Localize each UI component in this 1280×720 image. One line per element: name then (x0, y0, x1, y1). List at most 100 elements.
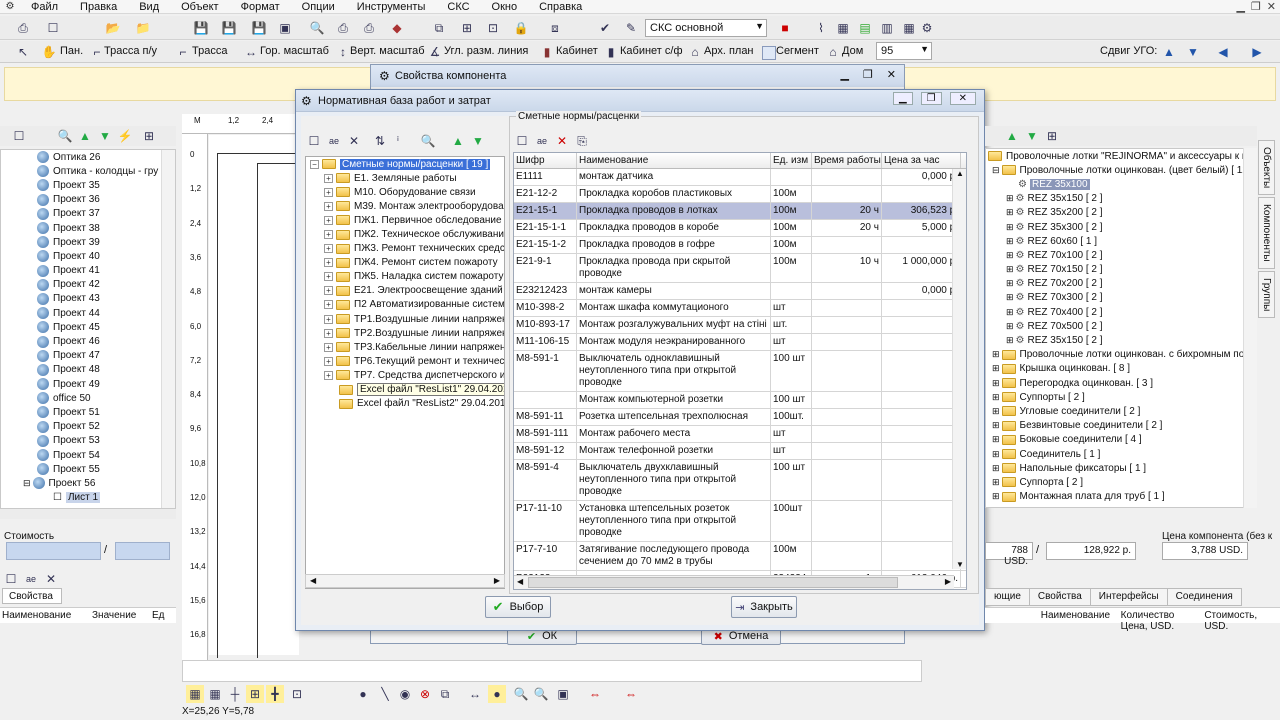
hand-icon[interactable]: ✋ (40, 43, 58, 61)
ungroup-icon[interactable]: ⊞ (458, 19, 476, 37)
collapse-icon[interactable]: − (310, 159, 319, 169)
sort-icon[interactable]: ⇅ (371, 132, 389, 150)
components-tree-item[interactable]: ⊞ Угловые соединители [ 2 ] (986, 404, 1256, 418)
print-icon[interactable]: ⎙ (14, 19, 32, 37)
arch-icon[interactable]: ⌂ (686, 43, 704, 61)
expand-icon[interactable]: + (324, 258, 333, 268)
norms-tree-item[interactable]: + ТР2.Воздушные линии напряжен (306, 326, 504, 340)
norms-tree-hscroll[interactable]: ◀ ▶ (305, 574, 505, 588)
grid-hscroll[interactable]: ◀ ▶ (514, 575, 954, 589)
project-tree-item[interactable]: Оптика 26 (1, 150, 175, 164)
collapse-icon[interactable]: ⊟ (23, 478, 31, 489)
down-icon[interactable]: ▼ (1023, 127, 1041, 145)
project-tree-item[interactable]: Проект 43 (1, 292, 175, 306)
component-price-field[interactable]: 3,788 USD. (1162, 542, 1248, 560)
norms-tree-item[interactable]: + Е1. Земляные работы (306, 171, 504, 185)
expand-icon[interactable]: ⊞ (992, 491, 1000, 502)
close-icon[interactable]: ✕ (1267, 0, 1276, 14)
components-tree-item[interactable]: ⊞ ⚙ REZ 35х150 [ 2 ] (986, 192, 1256, 206)
close-doc-icon[interactable]: ▣ (276, 19, 294, 37)
fill-icon[interactable]: ◉ (396, 685, 414, 703)
down-icon[interactable]: ▼ (469, 132, 487, 150)
grid-vscroll[interactable]: ▲ ▼ (952, 169, 966, 569)
scroll-right-icon[interactable]: ▶ (494, 576, 500, 585)
project-tree-item[interactable]: Проект 41 (1, 264, 175, 278)
up-icon[interactable]: ▲ (76, 127, 94, 145)
project-tree-item[interactable]: Проект 52 (1, 420, 175, 434)
menu-help[interactable]: Справка (528, 0, 593, 14)
lock-icon[interactable]: ⊡ (484, 19, 502, 37)
down-icon[interactable]: ▼ (96, 127, 114, 145)
project-tree-item[interactable]: Проект 54 (1, 448, 175, 462)
tab-objects[interactable]: Объекты (1258, 140, 1275, 196)
table-icon[interactable]: ▦ (834, 19, 852, 37)
tab-components[interactable]: Компоненты (1258, 197, 1275, 269)
norms-row[interactable]: Р17-7-10 Затягивание последующего провода… (514, 542, 966, 571)
eraser-icon[interactable]: ◆ (388, 19, 406, 37)
project-tree-item[interactable]: Проект 49 (1, 377, 175, 391)
expand-icon[interactable]: ⊞ (1006, 335, 1014, 346)
project-tree-hscroll[interactable] (0, 509, 176, 519)
col-name-header[interactable]: Наименование (577, 153, 771, 168)
arrow-up-icon[interactable]: ▲ (1160, 43, 1178, 61)
menu-tools[interactable]: Инструменты (346, 0, 437, 14)
zoom-fit-icon[interactable]: ▣ (554, 685, 572, 703)
norms-tree-item[interactable]: + ТР3.Кабельные линии напряжен (306, 340, 504, 354)
components-tree-item[interactable]: ⊞ Суппорта [ 2 ] (986, 475, 1256, 489)
project-tree-item[interactable]: Проект 55 (1, 462, 175, 476)
trace-tool[interactable]: Трасса (192, 45, 227, 57)
close-icon[interactable]: ✕ (887, 68, 896, 81)
norms-tree-item[interactable]: + ПЖ5. Наладка систем пожароту (306, 270, 504, 284)
project-tree-item[interactable]: ⊟ Проект 56 (1, 476, 175, 490)
dim-red2-icon[interactable]: ⇔ (622, 685, 640, 703)
project-tree-item[interactable]: Проект 40 (1, 249, 175, 263)
select-button[interactable]: ✔ Выбор (485, 596, 551, 618)
arrow-right-icon[interactable]: ▶ (1248, 43, 1266, 61)
save-as-icon[interactable]: 💾 (250, 19, 268, 37)
minimize-icon[interactable]: ▁ (840, 68, 848, 81)
printer-icon[interactable]: ⎙ (360, 19, 378, 37)
open-folder-icon[interactable]: 📂 (104, 19, 122, 37)
expand-icon[interactable]: + (324, 328, 333, 338)
norms-tree-item[interactable]: + ПЖ4. Ремонт систем пожароту (306, 256, 504, 270)
expand-icon[interactable]: + (324, 173, 333, 183)
dot-icon[interactable]: ● (488, 685, 506, 703)
snap-line-icon[interactable]: ╋ (266, 685, 284, 703)
restore-icon[interactable]: ❐ (920, 92, 942, 105)
close-button[interactable]: ⇥ Закрыть (731, 596, 797, 618)
components-tree-item[interactable]: ⊞ Монтажная плата для труб [ 1 ] (986, 490, 1256, 504)
scroll-down-icon[interactable]: ▼ (956, 560, 964, 569)
settings-icon[interactable]: ⚙ (918, 19, 936, 37)
house-tool[interactable]: Дом (842, 45, 863, 57)
segment-icon[interactable] (762, 46, 776, 60)
search-icon[interactable]: 🔍 (419, 132, 437, 150)
expand-icon[interactable]: + (324, 201, 333, 211)
project-tree-item[interactable]: Проект 36 (1, 193, 175, 207)
norms-tree-item[interactable]: + М39. Монтаж электрооборудова (306, 199, 504, 213)
cost-field[interactable] (6, 542, 101, 560)
expand-icon[interactable]: + (324, 300, 333, 310)
components-tree-item[interactable]: ⊞ ⚙ REZ 70х400 [ 2 ] (986, 305, 1256, 319)
menu-edit[interactable]: Правка (69, 0, 128, 14)
components-tree-item[interactable]: ⊞ Суппорты [ 2 ] (986, 390, 1256, 404)
copy-icon[interactable]: ⎘ (573, 132, 591, 150)
snap-grid-icon[interactable]: ▦ (186, 685, 204, 703)
norms-row[interactable]: М11-106-15 Монтаж модуля неэкранированног… (514, 334, 966, 351)
norms-tree-item[interactable]: Excel файл "ResList2" 29.04.2016 (306, 397, 504, 411)
collapse-icon[interactable]: ⊟ (992, 165, 1000, 176)
new-doc-icon[interactable]: ☐ (10, 127, 28, 145)
up-icon[interactable]: ▲ (449, 132, 467, 150)
components-tree-item[interactable]: ⊞ Крышка оцинкован. [ 8 ] (986, 362, 1256, 376)
expand-icon[interactable]: ⊞ (992, 363, 1000, 374)
menu-file[interactable]: Файл (20, 0, 69, 14)
norms-tree-item[interactable]: + П2 Автоматизированные систем (306, 298, 504, 312)
expand-icon[interactable]: ⊞ (1006, 264, 1014, 275)
menu-options[interactable]: Опции (291, 0, 346, 14)
expand-icon[interactable]: + (324, 230, 333, 240)
trace-icon[interactable]: ⌐ (174, 43, 192, 61)
expand-icon[interactable]: ⊞ (992, 420, 1000, 431)
price-usd-field[interactable]: 788 USD. (985, 542, 1033, 567)
scroll-left-icon[interactable]: ◀ (310, 576, 316, 585)
norms-tree-item[interactable]: + Е21. Электроосвещение зданий (306, 284, 504, 298)
project-tree-item[interactable]: Проект 48 (1, 363, 175, 377)
